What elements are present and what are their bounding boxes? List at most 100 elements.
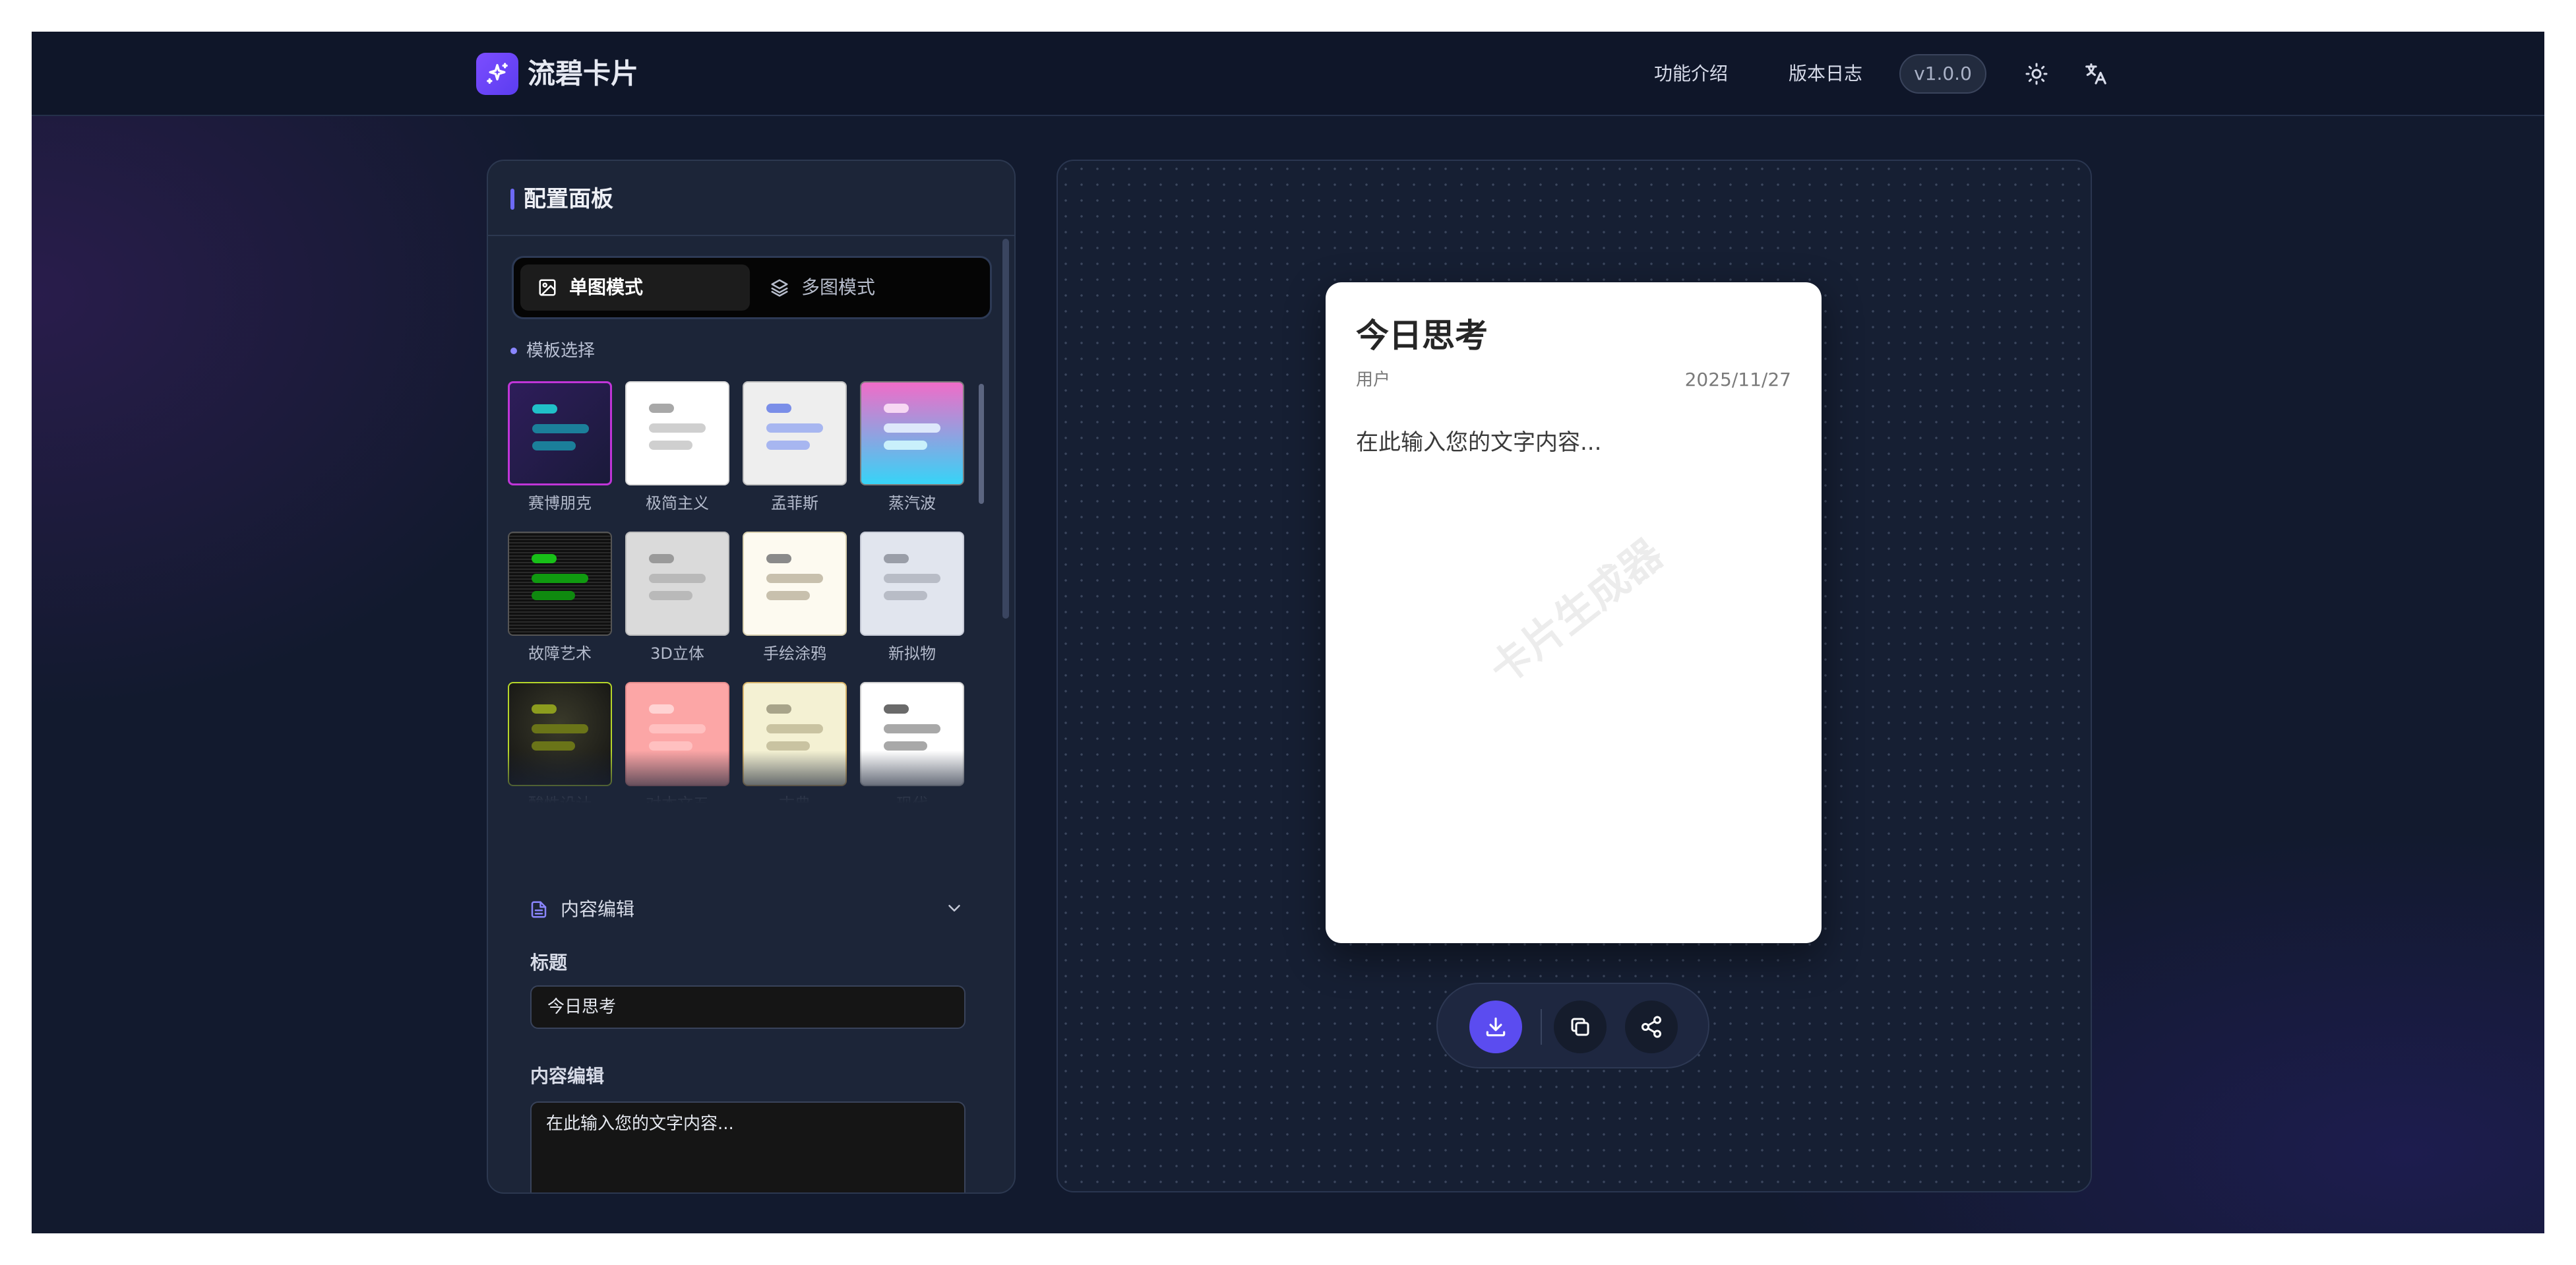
panel-header: 配置面板 [488, 161, 1014, 236]
template-preview-line [766, 741, 810, 751]
template-preview-line [884, 574, 940, 583]
template-label: 蒸汽波 [888, 494, 936, 512]
mode-switcher: 单图模式 多图模式 [512, 256, 992, 319]
template-label: 手绘涂鸦 [763, 644, 826, 663]
nav-changelog[interactable]: 版本日志 [1789, 61, 1862, 87]
template-preview-line [649, 591, 692, 600]
top-header: 流碧卡片 功能介绍 版本日志 v1.0.0 [32, 32, 2544, 116]
chevron-down-icon[interactable] [944, 898, 964, 921]
panel-scrollbar[interactable] [1002, 239, 1009, 619]
template-grid: 赛博朋克极简主义孟菲斯蒸汽波故障艺术3D立体手绘涂鸦新拟物酸性设计对本文五古典现… [508, 381, 977, 803]
template-section-label: 模板选择 [510, 339, 595, 363]
card-date: 2025/11/27 [1684, 369, 1791, 390]
template-preview-line [766, 724, 823, 733]
share-button[interactable] [1625, 1001, 1678, 1053]
content-section-header[interactable]: 内容编辑 [529, 893, 964, 926]
template-preview-line [532, 404, 557, 414]
template-preview-line [766, 574, 823, 583]
template-thumbnail[interactable] [743, 381, 847, 485]
app-name[interactable]: 流碧卡片 [528, 54, 638, 94]
template-preview-line [649, 404, 674, 413]
content-textarea[interactable]: 在此输入您的文字内容... [530, 1101, 966, 1192]
content-section-label: 内容编辑 [561, 898, 635, 920]
template-preview-line [766, 423, 823, 433]
document-icon [531, 901, 547, 918]
copy-icon [1571, 1018, 1589, 1036]
template-preview-line [649, 724, 706, 733]
template-preview-line [649, 423, 706, 433]
nav-features[interactable]: 功能介绍 [1654, 61, 1728, 87]
card-watermark: 卡片生成器 [1481, 530, 1672, 694]
template-preview-line [884, 423, 940, 433]
template-preview-line [884, 741, 927, 751]
sun-icon[interactable] [2019, 57, 2054, 91]
template-preview-line [532, 574, 588, 583]
template-thumbnail[interactable] [625, 532, 729, 636]
template-preview-line [649, 741, 692, 751]
title-field-label: 标题 [530, 952, 568, 973]
multi-mode-label: 多图模式 [801, 276, 876, 298]
section-dot [510, 348, 517, 354]
template-preview-line [766, 404, 791, 413]
card-title: 今日思考 [1356, 317, 1488, 355]
title-input[interactable]: 今日思考 [530, 985, 966, 1029]
template-preview-line [766, 704, 791, 714]
template-preview-line [884, 441, 927, 450]
template-label: 3D立体 [650, 644, 704, 663]
title-accent-bar [510, 189, 514, 210]
share-icon [1641, 1016, 1661, 1038]
template-preview-line [532, 741, 575, 751]
sparkle-icon[interactable] [476, 53, 518, 95]
template-preview-line [766, 591, 810, 600]
template-preview-line [649, 441, 692, 450]
layers-icon [771, 279, 788, 297]
action-separator [1541, 1009, 1542, 1045]
template-preview-line [532, 591, 575, 600]
template-thumbnail[interactable] [508, 532, 612, 636]
template-thumbnail[interactable] [860, 381, 964, 485]
card-author: 用户 [1356, 370, 1391, 390]
download-icon [1486, 1017, 1506, 1037]
preview-card: 今日思考 用户 2025/11/27 在此输入您的文字内容... 卡片生成器 [1326, 282, 1822, 943]
template-thumbnail[interactable] [743, 532, 847, 636]
template-preview-line [532, 441, 576, 450]
template-label: 新拟物 [888, 644, 936, 663]
content-field-label: 内容编辑 [530, 1065, 605, 1087]
template-preview-line [884, 591, 927, 600]
action-bar [1436, 983, 1709, 1068]
panel-title: 配置面板 [524, 186, 613, 212]
version-badge: v1.0.0 [1899, 54, 1986, 94]
copy-button[interactable] [1554, 1001, 1607, 1053]
template-preview-line [532, 424, 589, 433]
template-preview-line [532, 704, 557, 714]
config-panel: 配置面板 单图模式 多图模式 模板选择 赛博朋克 极简主义 孟菲斯 蒸汽波 故障… [487, 160, 1016, 1194]
template-label: 故障艺术 [528, 644, 592, 663]
template-preview-line [532, 554, 557, 563]
template-label: 赛博朋克 [528, 494, 592, 512]
grid-fade-overlay [508, 751, 977, 803]
template-preview-line [766, 441, 810, 450]
template-thumbnail[interactable] [508, 381, 612, 485]
template-thumbnail[interactable] [860, 532, 964, 636]
template-section-text: 模板选择 [526, 341, 596, 361]
single-mode-label: 单图模式 [569, 276, 644, 298]
template-preview-line [649, 704, 674, 714]
template-preview-line [884, 704, 909, 714]
single-mode-tab[interactable]: 单图模式 [520, 264, 750, 311]
card-body: 在此输入您的文字内容... [1356, 429, 1602, 456]
download-button[interactable] [1469, 1001, 1522, 1053]
template-preview-line [884, 554, 909, 563]
template-preview-line [649, 554, 674, 563]
translate-icon[interactable] [2079, 57, 2113, 91]
template-preview-line [884, 724, 940, 733]
template-preview-line [766, 554, 791, 563]
template-thumbnail[interactable] [625, 381, 729, 485]
image-icon [539, 279, 556, 296]
template-grid-scrollbar[interactable] [979, 384, 984, 504]
app-window: 流碧卡片 功能介绍 版本日志 v1.0.0 配置面板 单图模式 多图模式 模板选… [32, 32, 2544, 1233]
multi-mode-tab[interactable]: 多图模式 [752, 264, 982, 311]
template-preview-line [532, 724, 588, 733]
template-preview-line [649, 574, 706, 583]
template-label: 极简主义 [646, 494, 709, 512]
template-label: 孟菲斯 [771, 494, 818, 512]
